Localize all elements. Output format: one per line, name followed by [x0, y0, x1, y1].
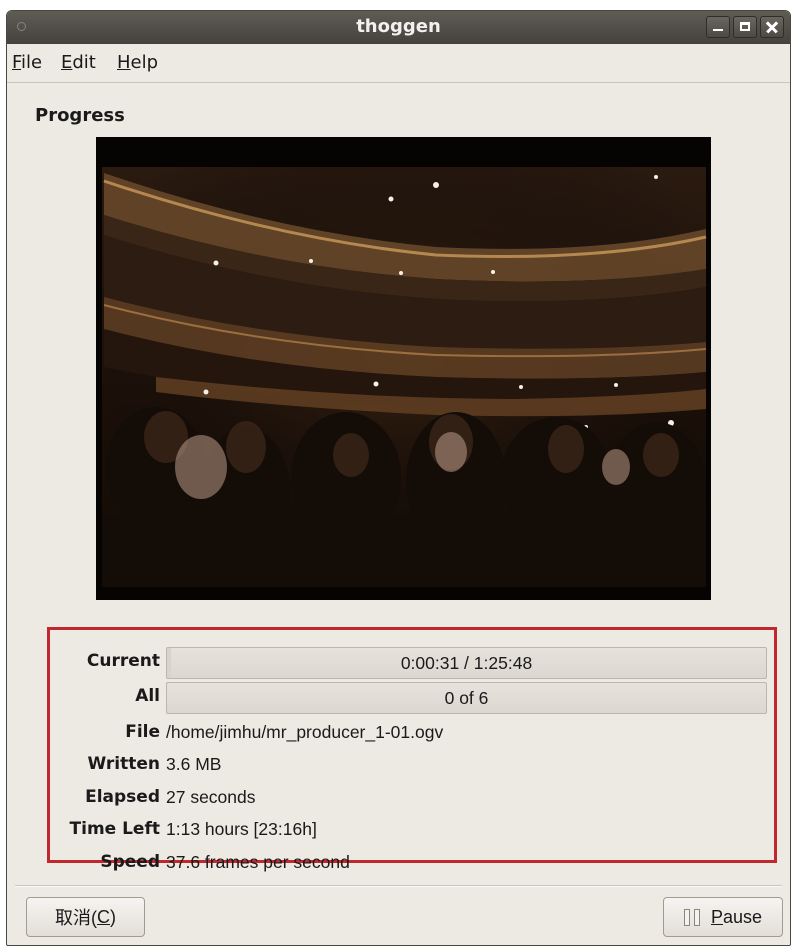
menu-bar: File Edit Help — [7, 44, 790, 83]
menu-file-mnemonic: F — [12, 52, 22, 73]
file-value: /home/jimhu/mr_producer_1-01.ogv — [166, 722, 444, 742]
elapsed-row: Elapsed 27 seconds — [50, 781, 774, 813]
file-row: File /home/jimhu/mr_producer_1-01.ogv — [50, 716, 774, 748]
app-window: thoggen File Edit Help Progress Current … — [6, 10, 791, 946]
title-bar[interactable]: thoggen — [7, 11, 790, 44]
all-progress-text: 0 of 6 — [444, 688, 489, 708]
time-left-label: Time Left — [69, 819, 160, 839]
all-row: All 0 of 6 — [50, 680, 774, 714]
cancel-label-prefix: 取消( — [55, 908, 97, 928]
menu-help-mnemonic: H — [117, 52, 131, 73]
menu-edit-label: dit — [72, 52, 96, 73]
menu-edit[interactable]: Edit — [61, 52, 96, 73]
all-label: All — [135, 686, 160, 706]
speed-label: Speed — [100, 852, 160, 872]
cancel-mnemonic: C — [97, 906, 110, 927]
all-progress-bar: 0 of 6 — [166, 682, 767, 714]
menu-edit-mnemonic: E — [61, 52, 73, 73]
elapsed-label: Elapsed — [85, 787, 160, 807]
current-progress-bar: 0:00:31 / 1:25:48 — [166, 647, 767, 679]
pause-button[interactable]: Pause — [663, 897, 783, 937]
speed-value: 37.6 frames per second — [166, 852, 350, 872]
menu-help-label: elp — [130, 52, 159, 73]
window-title: thoggen — [356, 16, 441, 37]
cancel-label-suffix: ) — [110, 906, 116, 927]
current-label: Current — [86, 651, 160, 671]
maximize-button[interactable] — [733, 16, 757, 38]
written-value: 3.6 MB — [166, 754, 222, 774]
time-left-row: Time Left 1:13 hours [23:16h] — [50, 813, 774, 845]
menu-file-label: ile — [21, 52, 43, 73]
cancel-button[interactable]: 取消(C) — [26, 897, 145, 937]
progress-details: Current 0:00:31 / 1:25:48 All 0 of 6 Fil… — [47, 627, 777, 872]
written-row: Written 3.6 MB — [50, 748, 774, 780]
video-preview — [96, 137, 711, 600]
current-row: Current 0:00:31 / 1:25:48 — [50, 645, 774, 679]
menu-help[interactable]: Help — [117, 52, 158, 73]
file-label: File — [125, 722, 160, 742]
minimize-button[interactable] — [706, 16, 730, 38]
speed-row: Speed 37.6 frames per second — [50, 846, 774, 878]
close-button[interactable] — [760, 16, 784, 38]
pause-icon — [683, 908, 702, 926]
time-left-value: 1:13 hours [23:16h] — [166, 819, 317, 839]
elapsed-value: 27 seconds — [166, 787, 256, 807]
current-progress-text: 0:00:31 / 1:25:48 — [400, 653, 533, 673]
section-title: Progress — [35, 105, 125, 126]
menu-file[interactable]: File — [12, 52, 42, 73]
written-label: Written — [87, 754, 160, 774]
pause-label: ause — [722, 906, 763, 927]
pause-mnemonic: P — [710, 906, 723, 927]
theater-frame-image — [96, 137, 711, 600]
button-separator — [15, 885, 782, 887]
